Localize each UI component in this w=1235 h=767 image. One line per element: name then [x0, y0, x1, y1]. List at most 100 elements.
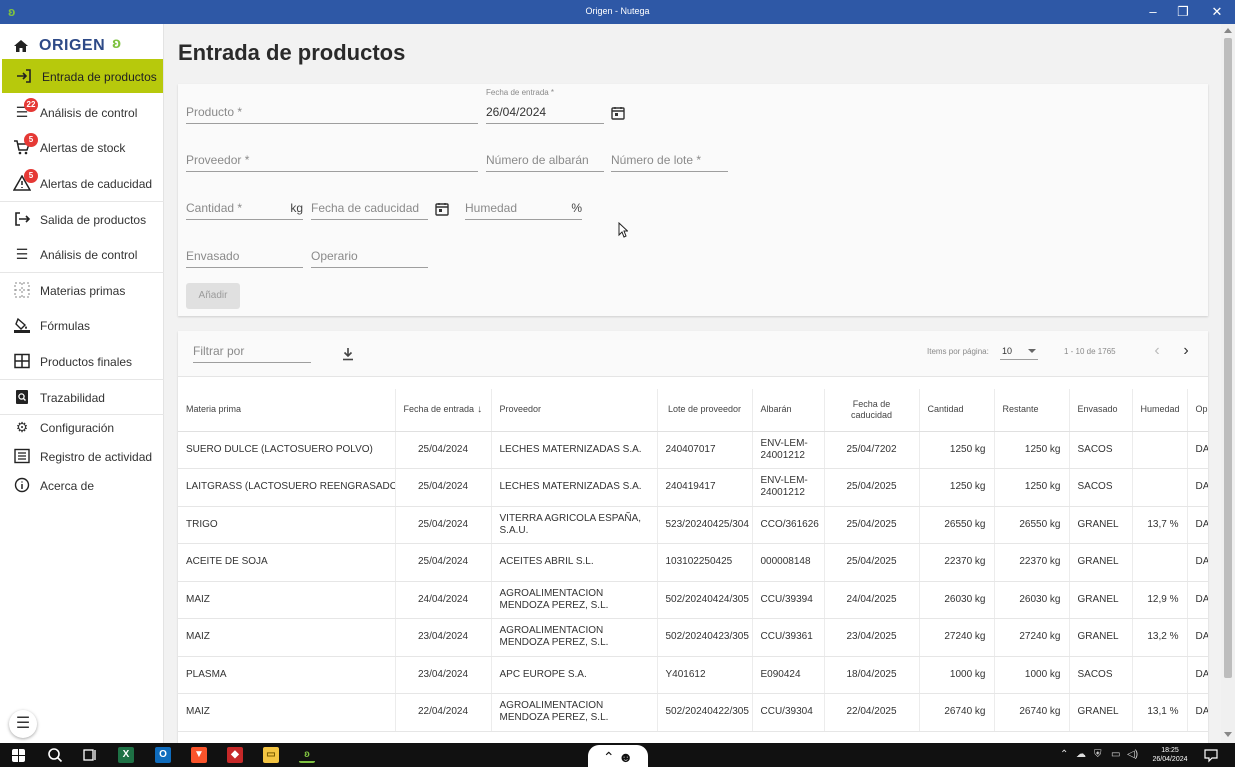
notifications-icon[interactable] [1203, 747, 1219, 763]
cloud-icon[interactable]: ☁ [1076, 749, 1086, 760]
products-table-card: Filtrar por Items por página: 10 1 - 10 … [178, 331, 1208, 743]
calendar-icon[interactable] [435, 202, 449, 216]
cantidad-field[interactable]: Cantidad * kg [186, 198, 303, 220]
list-icon: ☰ [15, 246, 29, 262]
sort-down-icon: ↓ [477, 404, 483, 416]
task-view-icon[interactable] [82, 747, 98, 763]
login-icon [17, 69, 31, 83]
excel-icon[interactable]: X [118, 747, 134, 763]
menu-toggle-button[interactable]: ☰ [9, 710, 37, 738]
table-toolbar: Filtrar por Items por página: 10 1 - 10 … [178, 331, 1208, 377]
col-fecha-entrada[interactable]: Fecha de entrada ↓ [395, 389, 492, 432]
table-row[interactable]: TRIGO 25/04/2024 VITERRA AGRICOLA ESPAÑA, … [178, 506, 1208, 544]
col-lote-proveedor[interactable]: Lote de proveedor [657, 389, 753, 432]
sidebar-item-materias-primas[interactable]: Materias primas [0, 273, 164, 307]
window-title: Origen - Nutega [585, 6, 650, 16]
sidebar-item-formulas[interactable]: Fórmulas [0, 308, 164, 342]
cell-restante: 26550 kg [994, 506, 1070, 544]
table-row[interactable]: SUERO DULCE (LACTOSUERO POLVO) 25/04/2024… [178, 431, 1208, 469]
cell-proveedor: APC EUROPE S.A. [491, 656, 658, 694]
col-materia-prima[interactable]: Materia prima [178, 389, 396, 432]
cell-humedad [1132, 656, 1188, 694]
cell-fecha-caducidad: 23/04/2025 [824, 618, 920, 657]
col-albaran[interactable]: Albarán [752, 389, 825, 432]
envasado-field[interactable]: Envasado [186, 246, 303, 268]
maximize-button[interactable]: ❐ [1166, 0, 1200, 24]
col-fecha-entrada-label: Fecha de entrada [403, 404, 475, 415]
network-icon[interactable]: ▭ [1111, 749, 1120, 760]
anydesk-icon[interactable]: ◆ [227, 747, 243, 763]
cell-fecha-entrada: 23/04/2024 [395, 618, 492, 657]
cell-materia-prima: SUERO DULCE (LACTOSUERO POLVO) [178, 431, 396, 469]
cell-humedad: 13,1 % [1132, 693, 1188, 732]
scroll-down-icon[interactable] [1224, 732, 1232, 737]
albaran-field[interactable]: Número de albarán [486, 150, 604, 172]
sidebar-item-registro-actividad[interactable]: Registro de actividad [0, 441, 164, 471]
prev-page-button[interactable]: ‹ [1146, 341, 1168, 363]
table-row[interactable]: LAITGRASS (LACTOSUERO REENGRASADO) 25/04/… [178, 468, 1208, 507]
table-row[interactable]: ACEITE DE SOJA 25/04/2024 ACEITES ABRIL S.… [178, 543, 1208, 582]
humedad-field[interactable]: Humedad % [465, 198, 582, 220]
col-humedad[interactable]: Humedad [1132, 389, 1188, 432]
proveedor-placeholder: Proveedor * [186, 153, 250, 167]
origen-app-icon[interactable]: ʚ [299, 747, 315, 763]
sidebar-item-entrada-productos[interactable]: Entrada de productos [2, 59, 163, 93]
table-row[interactable]: MAIZ 24/04/2024 AGROALIMENTACION MENDOZA P… [178, 581, 1208, 619]
col-cantidad[interactable]: Cantidad [919, 389, 995, 432]
producto-field[interactable]: Producto * [186, 102, 478, 124]
table-row[interactable]: PLASMA 23/04/2024 APC EUROPE S.A. Y401612 E0… [178, 656, 1208, 694]
col-operario[interactable]: Op [1187, 389, 1208, 432]
cell-humedad: 13,7 % [1132, 506, 1188, 544]
window-scrollbar[interactable] [1221, 24, 1235, 743]
search-icon[interactable] [47, 747, 63, 763]
close-button[interactable]: ✕ [1200, 0, 1234, 24]
scroll-up-icon[interactable] [1224, 28, 1232, 33]
security-icon[interactable]: ⛨ [1094, 749, 1102, 760]
taskbar-clock[interactable]: 18:25 26/04/2024 [1146, 746, 1194, 764]
operario-field[interactable]: Operario [311, 246, 428, 268]
sidebar-item-productos-finales[interactable]: Productos finales [0, 344, 164, 378]
sidebar-item-configuracion[interactable]: ⚙ Configuración [0, 412, 164, 442]
table-row[interactable]: MAIZ 22/04/2024 AGROALIMENTACION MENDOZA P… [178, 693, 1208, 732]
lote-field[interactable]: Número de lote * [611, 150, 728, 172]
minimize-button[interactable]: – [1136, 0, 1170, 24]
calendar-icon[interactable] [611, 106, 625, 120]
volume-icon[interactable]: ◁) [1127, 749, 1138, 760]
col-proveedor[interactable]: Proveedor [491, 389, 658, 432]
cell-fecha-entrada: 25/04/2024 [395, 468, 492, 507]
caducidad-field[interactable]: Fecha de caducidad [311, 198, 428, 220]
col-envasado[interactable]: Envasado [1069, 389, 1133, 432]
sidebar-item-alertas-stock[interactable]: 5 Alertas de stock [0, 130, 164, 164]
proveedor-field[interactable]: Proveedor * [186, 150, 478, 172]
sidebar-item-analisis-control-alert[interactable]: ☰ 22 Análisis de control [0, 95, 164, 129]
fecha-entrada-field[interactable]: Fecha de entrada * 26/04/2024 [486, 88, 604, 124]
items-per-page-select[interactable]: 10 [1000, 342, 1038, 360]
file-explorer-icon[interactable]: ▭ [263, 747, 279, 763]
cell-lote-proveedor: 240419417 [657, 468, 753, 507]
sidebar-item-trazabilidad[interactable]: Trazabilidad [0, 380, 164, 414]
outlook-icon[interactable]: O [155, 747, 171, 763]
sidebar-item-acerca-de[interactable]: Acerca de [0, 470, 164, 500]
scrollbar-thumb[interactable] [1224, 38, 1232, 678]
fecha-entrada-value: 26/04/2024 [486, 105, 547, 119]
sidebar-item-salida-productos[interactable]: Salida de productos [0, 202, 164, 236]
sidebar-item-alertas-caducidad[interactable]: 5 Alertas de caducidad [0, 166, 164, 200]
windows-start-icon[interactable] [12, 749, 25, 762]
table-row[interactable]: MAIZ 23/04/2024 AGROALIMENTACION MENDOZA P… [178, 618, 1208, 657]
brave-browser-icon[interactable]: ▼ [191, 747, 207, 763]
add-button[interactable]: Añadir [186, 283, 240, 309]
cell-proveedor: ACEITES ABRIL S.L. [491, 543, 658, 582]
cell-fecha-caducidad: 25/04/2025 [824, 506, 920, 544]
download-icon[interactable] [342, 347, 354, 361]
home-link[interactable]: ORIGEN ʚ [0, 30, 164, 60]
tray-expand-icon[interactable]: ⌃ [1060, 749, 1068, 760]
next-page-button[interactable]: › [1175, 341, 1197, 363]
cell-envasado: GRANEL [1069, 581, 1133, 619]
filter-input[interactable]: Filtrar por [193, 341, 311, 363]
col-restante[interactable]: Restante [994, 389, 1070, 432]
cell-albaran: CCU/39394 [752, 581, 825, 619]
col-fecha-caducidad[interactable]: Fecha de caducidad [824, 389, 920, 432]
sidebar-item-analisis-control[interactable]: ☰ Análisis de control [0, 237, 164, 271]
sidebar-item-label: Registro de actividad [40, 450, 153, 464]
screen-share-indicator[interactable]: ⌃ ☻ [588, 745, 648, 767]
